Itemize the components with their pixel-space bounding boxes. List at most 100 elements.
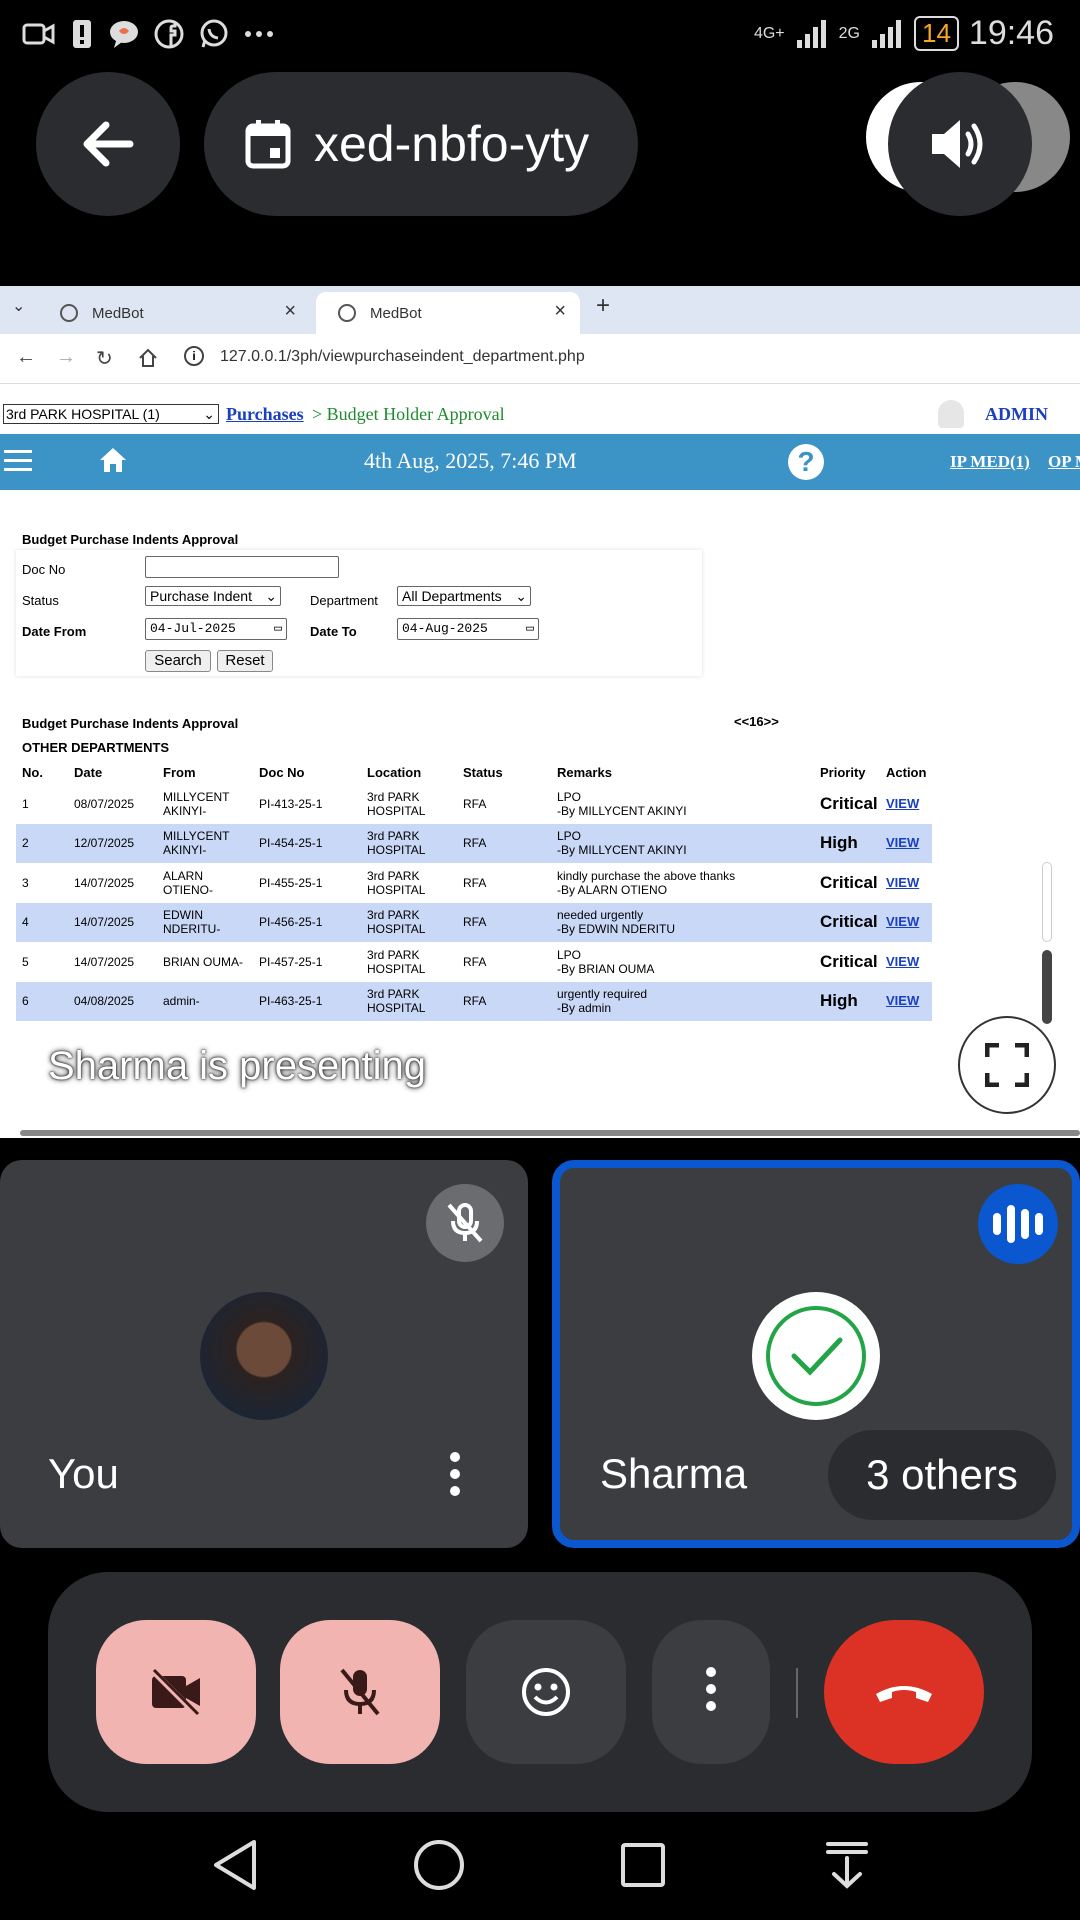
col-no: No.: [22, 764, 43, 780]
fullscreen-button[interactable]: [958, 1016, 1056, 1114]
cell-location: 3rd PARK HOSPITAL: [367, 947, 426, 976]
op-med-link[interactable]: OP MED: [1048, 452, 1080, 472]
presenter-avatar: [752, 1292, 880, 1420]
site-info-icon[interactable]: i: [184, 346, 204, 366]
cell-action: VIEW: [880, 981, 932, 1021]
end-call-button[interactable]: [824, 1620, 984, 1764]
cell-from: EDWIN NDERITU-: [157, 902, 253, 942]
network-label-2: 2G: [838, 24, 860, 42]
nav-recents-icon[interactable]: [618, 1838, 668, 1892]
chevron-down-icon: ⌄: [515, 588, 527, 604]
department-select-value: All Departments: [402, 588, 502, 604]
remark-text: needed urgently: [557, 908, 644, 923]
mic-toggle-button[interactable]: [280, 1620, 440, 1764]
others-button[interactable]: 3 others: [828, 1430, 1056, 1520]
meeting-info-button[interactable]: xed-nbfo-yty: [204, 72, 638, 216]
cell-location: 3rd PARK HOSPITAL: [367, 789, 426, 818]
participant-tile-sharma[interactable]: Sharma 3 others: [552, 1160, 1080, 1548]
view-link[interactable]: VIEW: [886, 796, 919, 811]
table-row: 2 12/07/2025 MILLYCENT AKINYI- PI-454-25-1 3…: [16, 823, 932, 863]
col-doc-no: Doc No: [259, 764, 305, 780]
breadcrumb-current: > Budget Holder Approval: [312, 404, 505, 424]
tab-list-dropdown[interactable]: ⌄: [12, 296, 25, 316]
cell-from: BRIAN OUMA-: [163, 954, 244, 969]
reactions-button[interactable]: [466, 1620, 626, 1764]
remark-author: -By MILLYCENT AKINYI: [557, 803, 687, 818]
browser-forward-icon[interactable]: →: [56, 346, 76, 369]
doc-no-input[interactable]: [145, 556, 339, 578]
browser-tab-2[interactable]: MedBot ×: [316, 292, 580, 334]
table-row: 4 14/07/2025 EDWIN NDERITU- PI-456-25-1 3rd …: [16, 902, 932, 942]
participant-tile-you[interactable]: You: [0, 1160, 528, 1548]
close-tab-icon[interactable]: ×: [284, 300, 296, 323]
cell-doc-no: PI-454-25-1: [253, 823, 361, 863]
nav-home-icon[interactable]: [412, 1838, 466, 1892]
camera-off-icon: [149, 1668, 200, 1716]
col-priority: Priority: [820, 764, 866, 780]
col-location: Location: [367, 764, 422, 780]
hospital-select[interactable]: 3rd PARK HOSPITAL (1) ⌄: [3, 404, 219, 424]
current-datetime: 4th Aug, 2025, 7:46 PM: [364, 448, 577, 473]
search-button[interactable]: Search: [145, 650, 211, 672]
ip-med-link[interactable]: IP MED(1): [950, 452, 1030, 472]
nav-notification-pull-icon[interactable]: [822, 1838, 872, 1892]
camera-toggle-button[interactable]: [96, 1620, 256, 1764]
cell-action: VIEW: [880, 863, 932, 903]
view-link[interactable]: VIEW: [886, 835, 919, 850]
cell-doc-no: PI-457-25-1: [259, 954, 323, 969]
close-tab-icon[interactable]: ×: [554, 300, 566, 323]
more-vert-icon: [706, 1666, 716, 1718]
video-notification-icon: [22, 23, 55, 45]
reset-button[interactable]: Reset: [217, 650, 273, 672]
mic-off-icon: [340, 1668, 380, 1716]
back-button[interactable]: [36, 72, 180, 216]
reload-icon[interactable]: ↻: [96, 346, 113, 371]
home-nav-icon[interactable]: [138, 348, 158, 368]
cell-location: 3rd PARK HOSPITAL: [361, 902, 457, 942]
call-controls: [48, 1572, 1032, 1812]
status-label: Status: [22, 593, 59, 608]
calendar-picker-icon[interactable]: ▭: [526, 619, 534, 639]
alert-notification-icon: [73, 20, 91, 48]
date-to-input[interactable]: 04-Aug-2025 ▭: [397, 618, 539, 640]
home-icon[interactable]: [98, 446, 128, 474]
new-tab-icon[interactable]: +: [596, 292, 610, 320]
view-link[interactable]: VIEW: [886, 875, 919, 890]
user-name[interactable]: ADMIN: [985, 404, 1048, 425]
cell-status: RFA: [457, 981, 551, 1021]
cell-from: ALARN OTIENO-: [163, 868, 213, 897]
breadcrumb-purchases-link[interactable]: Purchases: [226, 404, 304, 425]
more-options-button[interactable]: [652, 1620, 770, 1764]
globe-icon: [338, 304, 356, 322]
speaker-button[interactable]: [888, 72, 1032, 216]
cell-no: 4: [16, 902, 68, 942]
pagination[interactable]: <<16>>: [734, 714, 779, 729]
chevron-down-icon: ⌄: [203, 406, 215, 422]
view-link[interactable]: VIEW: [886, 914, 919, 929]
col-date: Date: [74, 764, 103, 780]
browser-back-icon[interactable]: ←: [16, 346, 36, 369]
status-select-value: Purchase Indent: [150, 588, 252, 604]
scrollbar-track[interactable]: [1042, 862, 1052, 942]
date-from-input[interactable]: 04-Jul-2025 ▭: [145, 618, 287, 640]
browser-tab-1[interactable]: MedBot ×: [38, 292, 310, 334]
speaker-icon: [932, 120, 983, 168]
scrollbar-thumb[interactable]: [1042, 950, 1052, 1024]
menu-icon[interactable]: [4, 450, 32, 477]
user-avatar: [938, 400, 964, 428]
address-bar: ← → ↻ i 127.0.0.1/3ph/viewpurchaseindent…: [0, 334, 1080, 384]
view-link[interactable]: VIEW: [886, 993, 919, 1008]
cell-date: 14/07/2025: [68, 902, 157, 942]
presenting-label: Sharma is presenting: [48, 1044, 426, 1088]
cell-remarks: kindly purchase the above thanks -By ALAR…: [551, 863, 814, 903]
nav-back-icon[interactable]: [210, 1838, 260, 1892]
more-vert-icon[interactable]: [450, 1452, 460, 1503]
status-select[interactable]: Purchase Indent ⌄: [145, 586, 281, 606]
cell-priority: Critical: [814, 902, 880, 942]
department-select[interactable]: All Departments ⌄: [397, 586, 531, 606]
horizontal-scrollbar[interactable]: [20, 1130, 1080, 1136]
help-icon[interactable]: ?: [788, 444, 824, 480]
url-field[interactable]: 127.0.0.1/3ph/viewpurchaseindent_departm…: [220, 348, 585, 366]
calendar-picker-icon[interactable]: ▭: [274, 619, 282, 639]
view-link[interactable]: VIEW: [886, 954, 919, 969]
